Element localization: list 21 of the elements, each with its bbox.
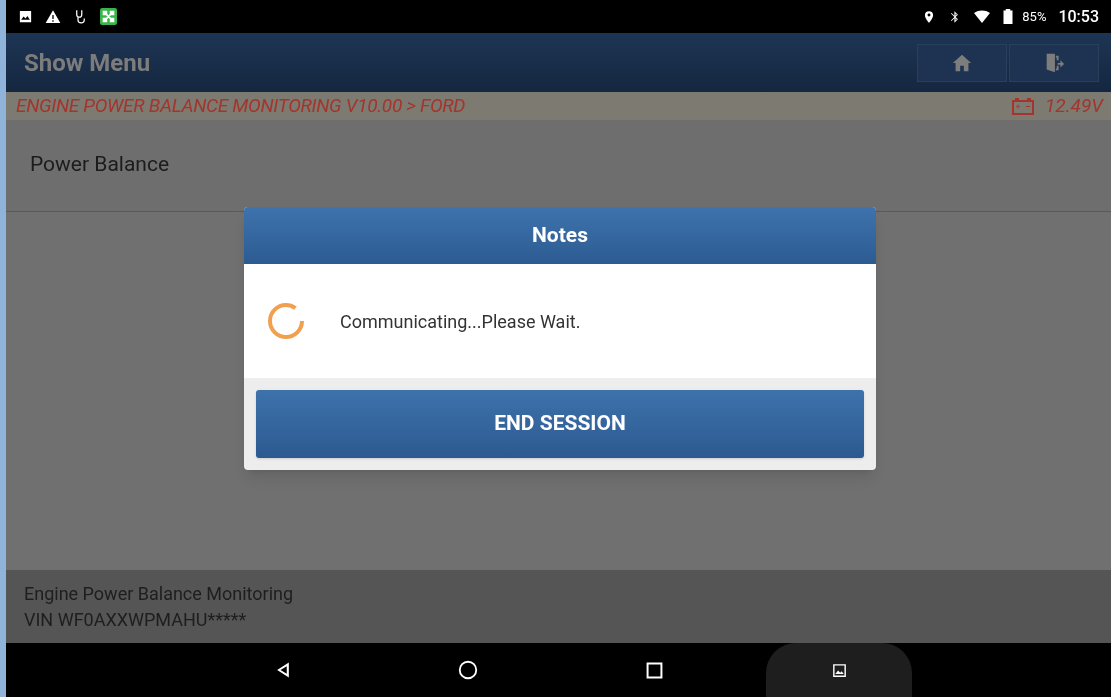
app-icon — [100, 8, 117, 25]
home-button[interactable] — [917, 43, 1007, 82]
dialog-message: Communicating...Please Wait. — [340, 309, 581, 334]
header-title: Show Menu — [24, 47, 152, 79]
clock: 10:53 — [1058, 5, 1099, 28]
wifi-icon — [974, 8, 991, 25]
exit-button[interactable] — [1009, 43, 1099, 82]
battery-icon — [1011, 96, 1035, 116]
image-icon — [18, 9, 33, 24]
dialog-title: Notes — [532, 221, 588, 249]
voltage-reading: 12.49V — [1045, 92, 1103, 119]
footer-text: VIN WF0AXXWPMAHU***** — [24, 607, 248, 632]
warning-icon — [45, 8, 61, 25]
battery-percent: 85% — [1022, 7, 1047, 26]
stethoscope-icon — [73, 9, 88, 24]
breadcrumb-path: ENGINE POWER BALANCE MONITORING V10.00 > FORD — [16, 92, 467, 119]
image-icon — [830, 661, 848, 679]
loading-spinner-icon — [266, 301, 306, 341]
end-session-button[interactable]: END SESSION — [256, 390, 864, 458]
page-title: Power Balance — [30, 150, 170, 178]
battery-icon — [1002, 9, 1015, 24]
